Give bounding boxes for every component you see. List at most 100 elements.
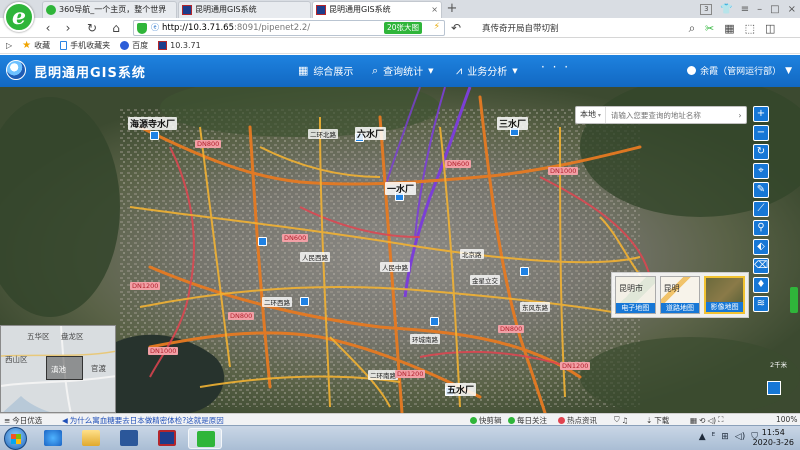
undo-icon[interactable]: ↶ xyxy=(448,20,464,36)
tab-gis-1[interactable]: 昆明通用GIS系统 xyxy=(178,1,311,18)
dn-label[interactable]: DN800 xyxy=(228,312,255,320)
refresh-icon[interactable]: ↻ xyxy=(84,20,100,36)
new-tab-button[interactable]: + xyxy=(443,1,461,17)
station-icon[interactable] xyxy=(150,131,159,140)
refresh-icon[interactable]: ⟲ xyxy=(699,416,705,425)
close-tab-icon[interactable]: × xyxy=(431,2,438,17)
dn-label[interactable]: DN1200 xyxy=(395,370,426,378)
tab-gis-2-active[interactable]: 昆明通用GIS系统 × xyxy=(312,1,442,18)
bookmark-favorites[interactable]: ★ 收藏 xyxy=(22,40,50,51)
map-pin-icon[interactable]: ⚲ xyxy=(753,220,769,236)
lightning-icon[interactable]: ⚡ xyxy=(434,22,440,32)
menu-icon[interactable]: ≡ xyxy=(741,4,749,15)
menu-business-analysis[interactable]: ⩘ 业务分析 ▼ xyxy=(456,63,518,79)
tab-count-badge[interactable]: 3 xyxy=(700,3,713,15)
dn-label[interactable]: DN800 xyxy=(498,325,525,333)
minimize-icon[interactable]: – xyxy=(757,4,762,15)
zoom-out-icon[interactable]: − xyxy=(753,125,769,141)
taskbar-explorer[interactable] xyxy=(74,428,108,449)
station-icon[interactable] xyxy=(300,297,309,306)
station-icon[interactable] xyxy=(520,267,529,276)
dn-label[interactable]: DN1200 xyxy=(560,362,591,370)
extensions-icon[interactable]: ⬚ xyxy=(745,22,755,35)
url-text[interactable]: http://10.3.71.65:8091/pipenet2.2/ xyxy=(162,23,310,33)
dn-label[interactable]: DN600 xyxy=(282,234,309,242)
fullscreen-icon[interactable]: ⛶ xyxy=(718,415,723,425)
bookmark-mobile[interactable]: 手机收藏夹 xyxy=(60,40,110,51)
bookmark-gis[interactable]: 10.3.71 xyxy=(158,41,201,50)
dn-label[interactable]: DN1000 xyxy=(148,347,179,355)
grid-apps-icon[interactable]: ▦ xyxy=(690,416,697,425)
zoom-in-icon[interactable]: + xyxy=(753,106,769,122)
map-canvas[interactable]: 海源寺水厂 六水厂 三水厂 一水厂 五水厂 二环北路 人民西路 人民中路 二环西… xyxy=(0,87,800,413)
plant-label-5[interactable]: 五水厂 xyxy=(445,383,477,396)
dn-label[interactable]: DN1200 xyxy=(130,282,161,290)
menu-overview[interactable]: ▦ 综合展示 xyxy=(298,63,353,78)
bookmark-baidu[interactable]: 百度 xyxy=(120,40,148,51)
zoom-level[interactable]: 100% xyxy=(776,415,797,424)
draw-pen-icon[interactable]: ✎ xyxy=(753,182,769,198)
home-icon[interactable]: ⌂ xyxy=(108,20,124,36)
scissors-icon[interactable]: ✂ xyxy=(705,22,714,35)
shield-icon[interactable]: ⛉ xyxy=(614,415,620,425)
user-menu[interactable]: 余霞（管网运行部） ▼ xyxy=(687,64,792,77)
tray-expand-icon[interactable]: ▲ xyxy=(699,432,706,442)
taskbar-word[interactable] xyxy=(112,428,146,449)
tab-360-nav[interactable]: 360导航_一个主页，整个世界 xyxy=(42,1,177,18)
close-window-icon[interactable]: × xyxy=(788,4,796,15)
dn-label[interactable]: DN800 xyxy=(195,140,222,148)
overview-viewport[interactable]: 滇池 xyxy=(46,356,83,380)
ie-mode-icon[interactable]: ⓔ xyxy=(151,22,159,33)
plant-label-3[interactable]: 三水厂 xyxy=(497,117,529,130)
input-method-icon[interactable]: ᴱ xyxy=(712,432,716,442)
network-icon[interactable]: ⊞ xyxy=(721,432,729,442)
speaker-icon[interactable]: ♫ xyxy=(622,416,629,425)
address-bar[interactable]: ⓔ http://10.3.71.65:8091/pipenet2.2/ 20张… xyxy=(133,20,445,36)
tag-icon[interactable]: ⬖ xyxy=(753,239,769,255)
chevron-right-icon[interactable]: › xyxy=(734,111,746,120)
basemap-electronic[interactable]: 昆明市 电子地图 xyxy=(615,276,656,314)
station-icon[interactable] xyxy=(430,317,439,326)
search-icon[interactable]: ⌕ xyxy=(684,20,700,36)
layers-icon[interactable]: ≋ xyxy=(753,296,769,312)
map-address-search: 本地 › xyxy=(575,106,747,124)
sound-icon[interactable]: ◁) xyxy=(707,416,716,425)
measure-icon[interactable]: ⟋ xyxy=(753,201,769,217)
browser-search[interactable]: 真传奇开局自带切割 xyxy=(476,20,676,36)
search-query[interactable]: 真传奇开局自带切割 xyxy=(482,22,559,34)
locate-icon[interactable]: ⌖ xyxy=(753,163,769,179)
start-button[interactable] xyxy=(4,427,27,450)
station-icon[interactable] xyxy=(258,237,267,246)
scrollbar-thumb[interactable] xyxy=(790,287,798,313)
bookmark-toggle-icon[interactable]: ▷ xyxy=(6,41,12,50)
overview-map[interactable]: 五华区 盘龙区 西山区 官渡 滇池 xyxy=(0,325,116,413)
plant-label-haiyuansi[interactable]: 海源寺水厂 xyxy=(128,117,178,130)
basemap-satellite[interactable]: 影像地图 xyxy=(704,276,745,314)
dn-label[interactable]: DN1000 xyxy=(548,167,579,175)
search-scope-select[interactable]: 本地 xyxy=(576,107,606,123)
volume-icon[interactable]: ◁) xyxy=(735,432,745,442)
grid-apps-icon[interactable]: ▦ xyxy=(724,22,734,35)
overview-toggle-button[interactable] xyxy=(767,381,781,395)
taskbar-ie[interactable] xyxy=(36,428,70,449)
eraser-icon[interactable]: ⌫ xyxy=(753,258,769,274)
cart-icon[interactable]: ◫ xyxy=(765,22,775,35)
taskbar-gis[interactable] xyxy=(150,428,184,449)
more-menu-button[interactable]: · · · xyxy=(541,60,570,74)
rotate-icon[interactable]: ↻ xyxy=(753,144,769,160)
forward-icon[interactable]: › xyxy=(60,20,76,36)
basemap-road[interactable]: 昆明 道路地图 xyxy=(659,276,701,314)
taskbar-360-browser[interactable] xyxy=(188,428,222,449)
browser-logo-icon[interactable]: e xyxy=(4,2,34,32)
marker-icon[interactable]: ♦ xyxy=(753,277,769,293)
promo-badge[interactable]: 20张大图 xyxy=(383,22,422,34)
back-icon[interactable]: ‹ xyxy=(40,20,56,36)
plant-label-1[interactable]: 一水厂 xyxy=(385,182,417,195)
maximize-icon[interactable]: □ xyxy=(770,4,779,15)
shirt-icon[interactable]: 👕 xyxy=(720,4,732,15)
plant-label-6[interactable]: 六水厂 xyxy=(355,127,387,140)
taskbar-clock[interactable]: 11:54 2020-3-26 xyxy=(753,428,794,448)
dn-label[interactable]: DN600 xyxy=(445,160,472,168)
menu-query-stats[interactable]: ⌕ 查询统计 ▼ xyxy=(372,63,434,79)
address-search-input[interactable] xyxy=(605,110,734,120)
